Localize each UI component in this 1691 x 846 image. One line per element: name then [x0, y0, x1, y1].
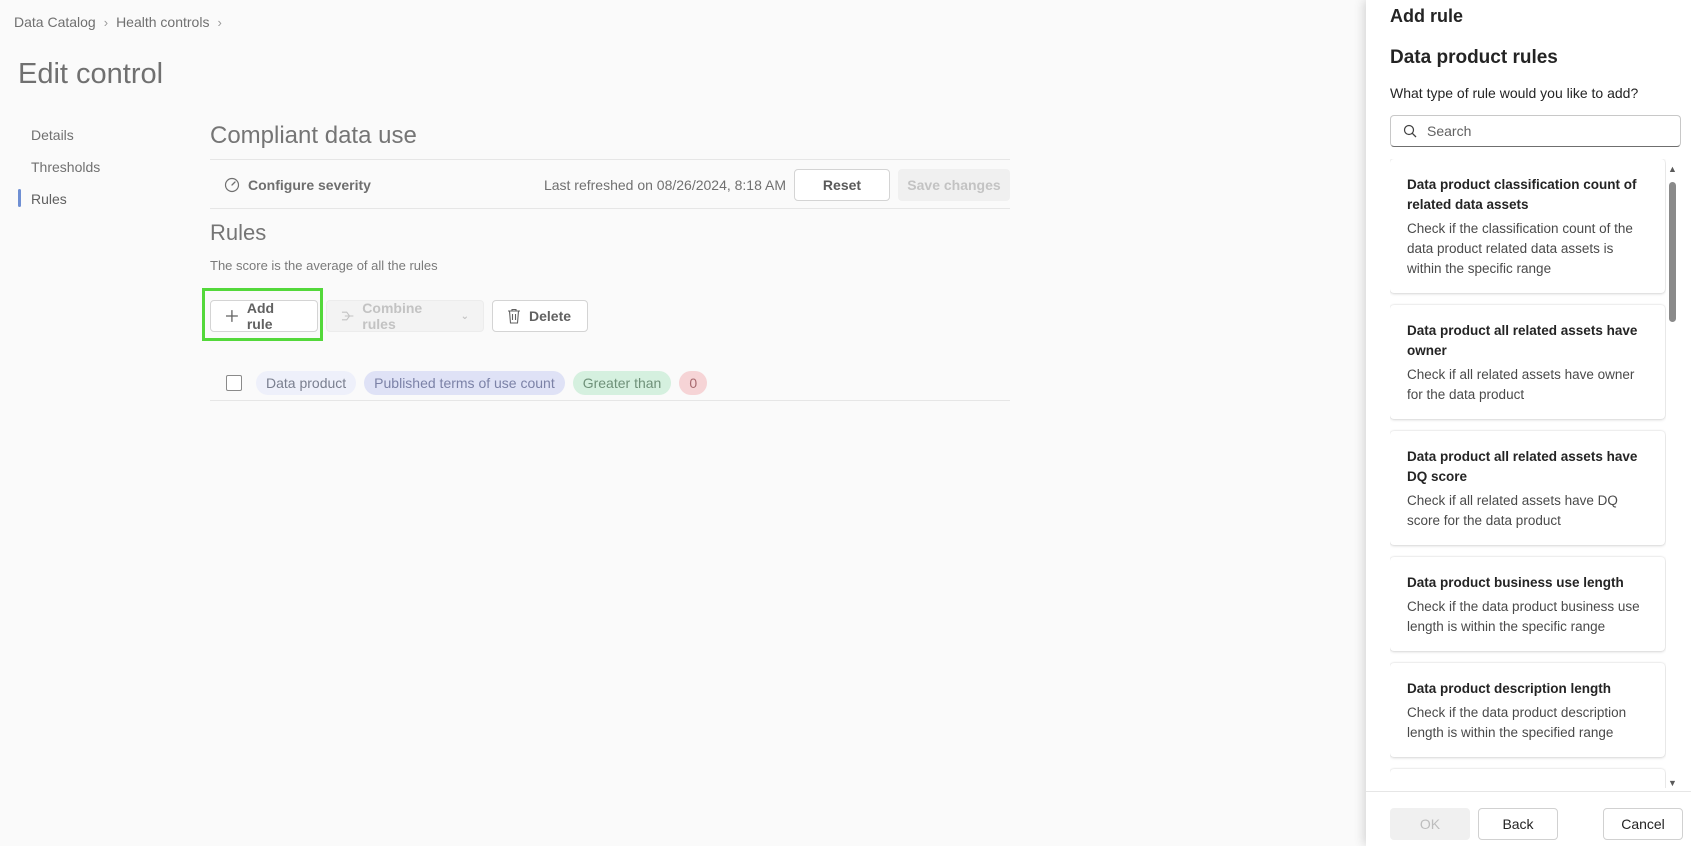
rule-card-description: Check if the data product business use l… — [1407, 599, 1640, 634]
ok-button[interactable]: OK — [1390, 808, 1470, 840]
page-title: Edit control — [18, 58, 164, 90]
scrollbar-thumb[interactable] — [1669, 182, 1676, 322]
divider — [210, 400, 1010, 401]
save-changes-button[interactable]: Save changes — [898, 169, 1010, 201]
configure-severity-button[interactable]: Configure severity — [224, 177, 371, 193]
divider — [210, 208, 1010, 209]
rule-card[interactable]: Data product business use length Check i… — [1390, 557, 1665, 651]
sidenav-item-rules[interactable]: Rules — [18, 189, 100, 221]
rule-card[interactable]: Data product description length Check if… — [1390, 663, 1665, 757]
side-nav: Details Thresholds Rules — [18, 125, 100, 221]
trash-icon — [508, 308, 520, 324]
breadcrumb-health-controls[interactable]: Health controls — [116, 14, 209, 30]
gauge-icon — [224, 177, 240, 193]
rule-row-checkbox[interactable] — [226, 375, 242, 391]
rule-card-title: Data product all related assets have DQ … — [1407, 449, 1638, 484]
scrollbar[interactable]: ▲ ▼ — [1666, 162, 1678, 788]
back-button[interactable]: Back — [1478, 808, 1558, 840]
rule-card-title: Data product all related assets have own… — [1407, 323, 1638, 358]
divider — [210, 159, 1010, 160]
rule-card-description: Check if the classification count of the… — [1407, 221, 1633, 276]
breadcrumb-data-catalog[interactable]: Data Catalog — [14, 14, 96, 30]
rule-card[interactable]: Data product classification count of rel… — [1390, 159, 1665, 293]
panel-footer: OK Back Cancel — [1366, 791, 1691, 846]
sidenav-item-thresholds[interactable]: Thresholds — [18, 157, 100, 189]
rule-chip-operator: Greater than — [572, 371, 672, 395]
search-icon — [1403, 124, 1417, 138]
rule-card[interactable]: Data product all related assets have own… — [1390, 305, 1665, 419]
rule-chip-value: 0 — [679, 371, 708, 395]
search-input[interactable] — [1425, 122, 1669, 140]
rule-card[interactable]: Data product all related assets have DQ … — [1390, 431, 1665, 545]
rule-card-description: Check if the data product description le… — [1407, 705, 1627, 740]
breadcrumb: Data Catalog › Health controls › — [14, 14, 230, 30]
scroll-up-arrow-icon[interactable]: ▲ — [1668, 164, 1677, 174]
rule-card-title: Data product description length — [1407, 681, 1612, 696]
rule-card-title: Data product classification count of rel… — [1407, 177, 1637, 212]
cancel-button[interactable]: Cancel — [1603, 808, 1683, 840]
chevron-right-icon: › — [103, 14, 109, 30]
combine-rules-button[interactable]: Combine rules ⌄ — [326, 300, 484, 332]
panel-question: What type of rule would you like to add? — [1390, 85, 1639, 101]
delete-label: Delete — [529, 308, 572, 324]
delete-button[interactable]: Delete — [492, 300, 588, 332]
reset-button[interactable]: Reset — [794, 169, 890, 201]
rules-subtitle: The score is the average of all the rule… — [210, 258, 438, 273]
rule-card[interactable] — [1390, 769, 1665, 788]
rules-title: Rules — [210, 220, 267, 245]
chevron-right-icon: › — [217, 14, 222, 30]
rule-card-list: Data product classification count of rel… — [1390, 159, 1666, 788]
chevron-down-icon: ⌄ — [460, 310, 469, 322]
scroll-down-arrow-icon[interactable]: ▼ — [1668, 778, 1677, 788]
rule-card-description: Check if all related assets have owner f… — [1407, 367, 1635, 402]
rule-card-description: Check if all related assets have DQ scor… — [1407, 493, 1618, 528]
panel-heading: Data product rules — [1390, 47, 1558, 68]
rule-row[interactable]: Data product Published terms of use coun… — [210, 365, 1010, 401]
search-box[interactable] — [1390, 115, 1681, 147]
combine-icon — [341, 311, 354, 321]
configure-severity-label: Configure severity — [248, 177, 371, 193]
rule-card-title: Data product business use length — [1407, 575, 1624, 590]
rule-chip-attribute: Published terms of use count — [364, 371, 565, 395]
add-rule-highlight — [202, 288, 323, 341]
add-rule-panel: Add rule Data product rules What type of… — [1366, 0, 1691, 846]
panel-title: Add rule — [1390, 6, 1464, 26]
last-refreshed-text: Last refreshed on 08/26/2024, 8:18 AM — [543, 177, 786, 193]
combine-rules-label: Combine rules — [362, 300, 423, 332]
sidenav-item-details[interactable]: Details — [18, 125, 100, 157]
section-title: Compliant data use — [210, 122, 417, 149]
rule-chip-entity: Data product — [256, 371, 357, 395]
command-bar: Configure severity Last refreshed on 08/… — [210, 168, 1010, 202]
